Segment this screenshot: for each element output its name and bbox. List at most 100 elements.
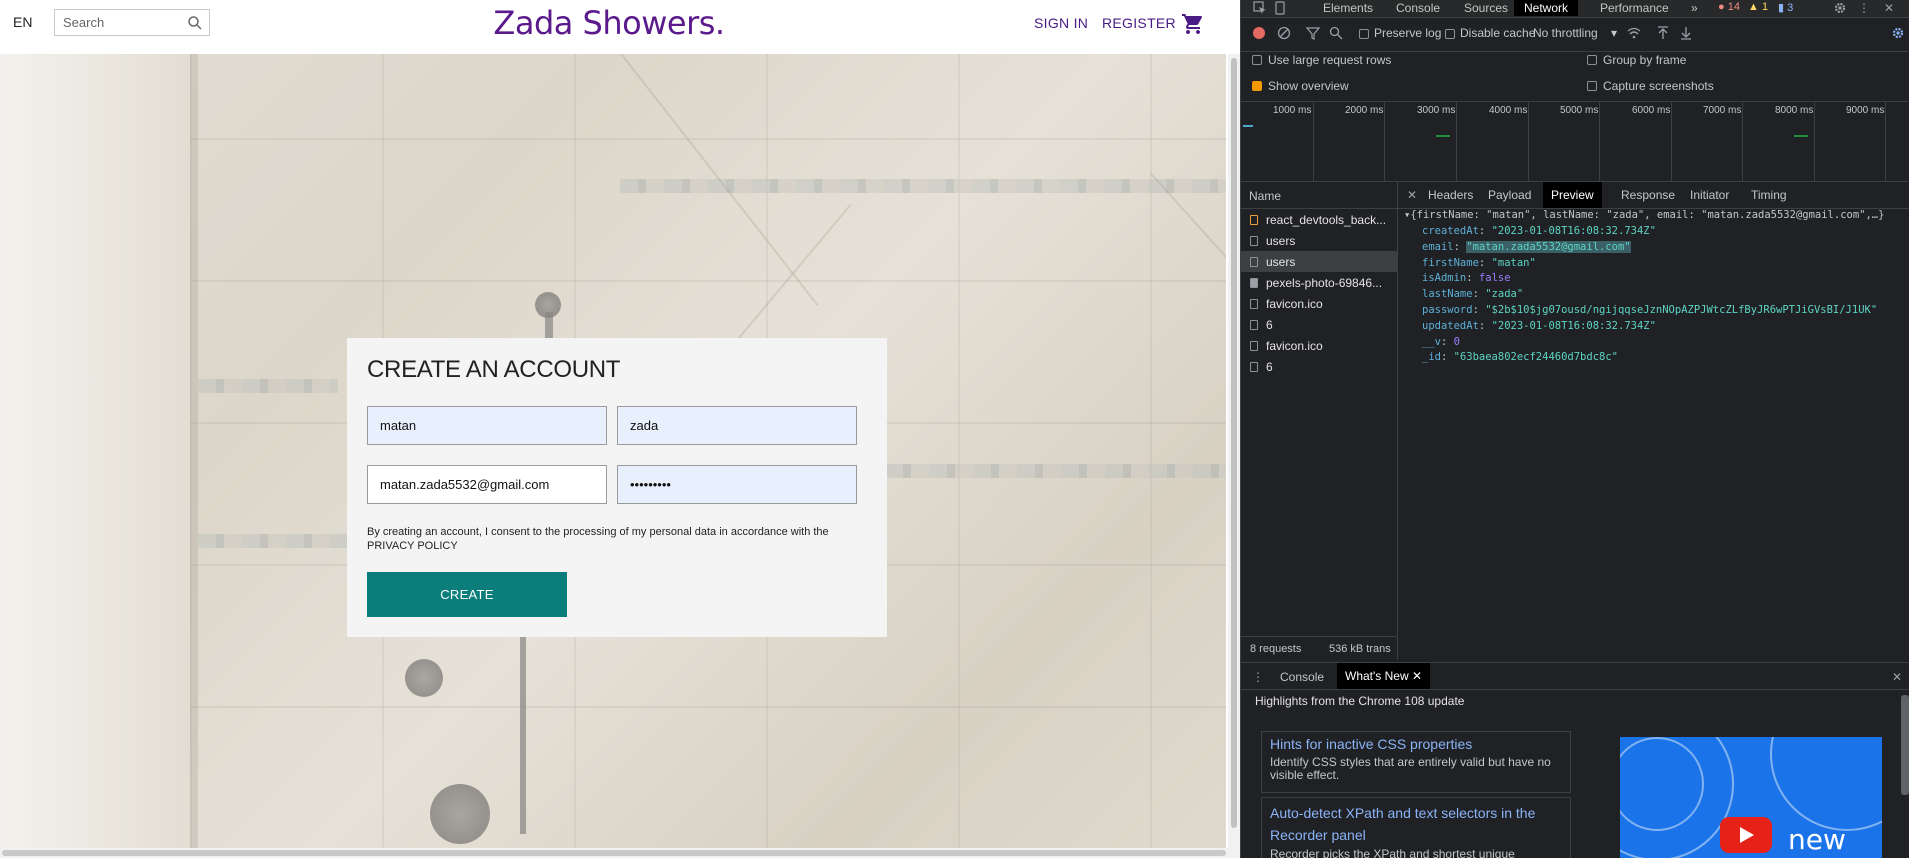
json-field[interactable]: createdAt: "2023-01-08T16:08:32.734Z" [1422,224,1656,240]
network-options: Use large request rows Group by frame Sh… [1241,51,1909,102]
timeline-tick: 7000 ms [1703,105,1742,116]
error-count: 14 [1727,1,1740,13]
feature-card[interactable]: Auto-detect XPath and text selectors in … [1261,797,1571,858]
tab-console[interactable]: Console [1396,1,1440,15]
throttling-select[interactable]: No throttling ▾ [1533,26,1617,40]
last-name-field[interactable] [617,406,857,445]
play-icon[interactable] [1720,817,1772,853]
import-har-icon[interactable] [1656,26,1670,40]
network-conditions-icon[interactable] [1627,26,1641,40]
request-list: Name react_devtools_back... users users … [1241,182,1398,660]
tab-network[interactable]: Network [1514,0,1579,16]
timeline-tick: 5000 ms [1560,105,1599,116]
json-field[interactable]: password: "$2b$10$jg07ousd/ngijqqseJznNO… [1422,303,1877,319]
warning-count-badge[interactable]: ▲ 1 [1748,1,1768,13]
image-file-icon [1250,278,1258,288]
network-overview-timeline[interactable]: 1000 ms 2000 ms 3000 ms 4000 ms 5000 ms … [1241,101,1909,182]
settings-gear-icon[interactable] [1833,1,1847,15]
show-overview-checkbox[interactable] [1252,81,1262,91]
feature-card-title[interactable]: Hints for inactive CSS properties [1270,736,1472,752]
name-column-header[interactable]: Name [1241,182,1397,209]
request-row[interactable]: favicon.ico [1241,293,1397,314]
create-button[interactable]: CREATE [367,572,567,617]
search-icon[interactable] [1329,26,1343,40]
page-vertical-scrollbar[interactable] [1228,54,1240,858]
document-icon [1250,341,1258,351]
email-field[interactable] [367,465,607,504]
json-field[interactable]: lastName: "zada" [1422,287,1523,303]
tab-preview[interactable]: Preview [1543,182,1602,208]
large-rows-checkbox[interactable] [1252,55,1262,65]
drawer-scrollbar[interactable] [1901,695,1909,795]
page-horizontal-scrollbar[interactable] [0,848,1228,858]
group-by-frame-checkbox[interactable] [1587,55,1597,65]
transferred-size: 536 kB trans [1329,643,1391,655]
drawer-tab-whats-new[interactable]: What's New ✕ [1337,663,1431,689]
request-row[interactable]: 6 [1241,356,1397,377]
show-overview-label: Show overview [1268,79,1349,93]
record-icon[interactable] [1252,26,1266,40]
json-key: firstName [1422,256,1479,269]
warning-count: 1 [1761,1,1769,13]
more-tabs-button[interactable]: » [1691,1,1698,15]
request-row[interactable]: react_devtools_back... [1241,209,1397,230]
request-row[interactable]: favicon.ico [1241,335,1397,356]
error-count-badge[interactable]: ● 14 [1718,1,1740,13]
tab-sources[interactable]: Sources [1464,1,1508,15]
request-row[interactable]: 6 [1241,314,1397,335]
tab-headers[interactable]: Headers [1428,188,1473,202]
inspect-element-icon[interactable] [1253,1,1267,15]
tab-payload[interactable]: Payload [1488,188,1531,202]
request-row-selected[interactable]: users [1241,251,1397,272]
close-tab-icon[interactable]: ✕ [1412,669,1422,683]
json-field[interactable]: firstName: "matan" [1422,256,1536,272]
feature-card-title[interactable]: Auto-detect XPath and text selectors in … [1270,802,1565,846]
whats-new-video-thumbnail[interactable]: new [1620,737,1882,858]
tab-performance[interactable]: Performance [1600,1,1669,15]
password-field[interactable] [617,465,857,504]
disable-cache-checkbox[interactable] [1445,29,1455,39]
clear-icon[interactable] [1277,26,1291,40]
json-summary: {firstName: "matan", lastName: "zada", e… [1410,209,1885,221]
json-value: "zada" [1485,288,1524,301]
feature-card[interactable]: Hints for inactive CSS properties Identi… [1261,731,1571,793]
json-field[interactable]: isAdmin: false [1422,271,1511,287]
export-har-icon[interactable] [1679,26,1693,40]
device-toolbar-icon[interactable] [1273,1,1287,15]
json-field[interactable]: email: "matan.zada5532@gmail.com" [1422,240,1631,256]
document-icon [1250,299,1258,309]
filter-icon[interactable] [1306,26,1320,40]
close-detail-icon[interactable]: ✕ [1407,188,1417,202]
json-field[interactable]: __v: 0 [1422,335,1460,351]
preserve-log-checkbox[interactable] [1359,29,1369,39]
tab-elements[interactable]: Elements [1323,1,1373,15]
devtools-tab-bar: Elements Console Sources Network Perform… [1241,0,1909,18]
register-link[interactable]: REGISTER [1102,15,1176,31]
kebab-menu-icon[interactable]: ⋮ [1858,1,1870,15]
request-row[interactable]: pexels-photo-69846... [1241,272,1397,293]
close-devtools-icon[interactable]: ✕ [1884,1,1894,15]
document-icon [1250,257,1258,267]
network-settings-icon[interactable] [1891,26,1905,40]
capture-screenshots-checkbox[interactable] [1587,81,1597,91]
tab-response[interactable]: Response [1621,188,1675,202]
tab-initiator[interactable]: Initiator [1690,188,1729,202]
request-name: pexels-photo-69846... [1266,276,1383,290]
request-detail-pane: ✕ Headers Payload Preview Response Initi… [1398,182,1909,660]
form-title: CREATE AN ACCOUNT [367,356,621,383]
message-count-badge[interactable]: ▮ 3 [1778,1,1793,14]
json-field[interactable]: _id: "63baea802ecf24460d7bdc8c" [1422,350,1618,366]
json-field[interactable]: updatedAt: "2023-01-08T16:08:32.734Z" [1422,319,1656,335]
request-name: favicon.ico [1266,339,1323,353]
json-root-summary[interactable]: ▾{firstName: "matan", lastName: "zada", … [1404,208,1884,224]
site-header: EN Zada Showers. SIGN IN REGISTER [0,0,1240,54]
tab-timing[interactable]: Timing [1751,188,1787,202]
sign-in-link[interactable]: SIGN IN [1034,15,1088,31]
close-drawer-icon[interactable]: ✕ [1892,670,1902,684]
drawer-menu-icon[interactable]: ⋮ [1252,670,1264,684]
first-name-field[interactable] [367,406,607,445]
privacy-policy-link[interactable]: PRIVACY POLICY [367,540,458,552]
drawer-tab-console[interactable]: Console [1280,670,1324,684]
request-row[interactable]: users [1241,230,1397,251]
shopping-cart-icon[interactable] [1181,12,1205,36]
